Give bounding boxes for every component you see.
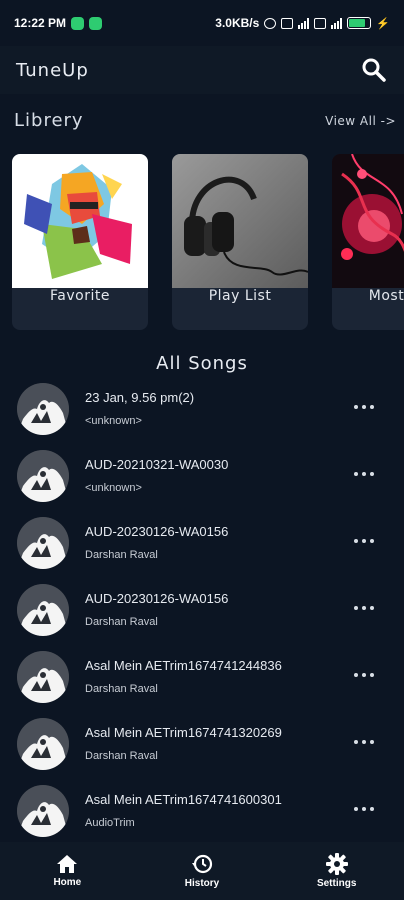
song-artwork-icon	[17, 717, 69, 770]
volte-icon	[314, 17, 327, 29]
alarm-icon	[264, 17, 277, 29]
song-artist: Darshan Raval	[85, 549, 158, 561]
song-artwork-icon	[17, 583, 69, 636]
song-artwork-icon	[17, 449, 69, 502]
song-title: Asal Mein AETrim1674741320269	[85, 725, 282, 740]
library-header: Librery View All ->	[14, 110, 396, 131]
nav-history[interactable]: History	[135, 842, 270, 900]
search-button[interactable]	[360, 56, 388, 84]
status-time: 12:22 PM	[14, 16, 67, 30]
battery-fill	[349, 19, 365, 27]
song-title: Asal Mein AETrim1674741244836	[85, 658, 282, 673]
library-carousel[interactable]: Favorite Play List Most	[12, 154, 404, 332]
more-options-icon[interactable]	[354, 671, 374, 679]
nav-label: History	[184, 878, 220, 889]
search-icon	[362, 58, 386, 82]
song-artist: Darshan Raval	[85, 616, 158, 628]
library-card-mostly-played[interactable]: Mostly P	[332, 154, 404, 330]
mostly-played-artwork	[332, 154, 404, 288]
home-icon	[57, 855, 78, 873]
playlist-artwork	[172, 154, 308, 288]
bottom-navigation: Home History Settings	[0, 842, 404, 900]
more-options-icon[interactable]	[354, 537, 374, 545]
more-options-icon[interactable]	[354, 738, 374, 746]
song-row[interactable]: 23 Jan, 9.56 pm(2) <unknown>	[0, 375, 404, 442]
song-artist: <unknown>	[85, 415, 142, 427]
view-all-link[interactable]: View All ->	[325, 114, 396, 128]
song-title: AUD-20230126-WA0156	[85, 591, 229, 606]
nav-label: Home	[53, 877, 82, 888]
gear-icon	[325, 853, 348, 875]
song-title: AUD-20230126-WA0156	[85, 524, 229, 539]
network-speed: 3.0KB/s	[215, 16, 260, 30]
song-row[interactable]: Asal Mein AETrim1674741600301 AudioTrim	[0, 777, 404, 844]
app-header: TuneUp	[0, 46, 404, 94]
song-artist: AudioTrim	[85, 817, 135, 829]
song-artwork-icon	[17, 516, 69, 569]
app-title: TuneUp	[16, 59, 89, 81]
more-options-icon[interactable]	[354, 805, 374, 813]
song-artwork-icon	[17, 650, 69, 703]
card-label: Play List	[208, 288, 272, 304]
song-row[interactable]: AUD-20230126-WA0156 Darshan Raval	[0, 576, 404, 643]
signal-icon	[331, 17, 343, 29]
song-artist: <unknown>	[85, 482, 142, 494]
whatsapp-icon	[71, 16, 85, 30]
song-artwork-icon	[17, 784, 69, 837]
song-artist: Darshan Raval	[85, 750, 158, 762]
battery-icon	[347, 17, 372, 29]
nav-label: Settings	[316, 878, 357, 889]
more-options-icon[interactable]	[354, 604, 374, 612]
more-options-icon[interactable]	[354, 470, 374, 478]
song-title: Asal Mein AETrim1674741600301	[85, 792, 282, 807]
more-options-icon[interactable]	[354, 403, 374, 411]
signal-icon	[298, 17, 310, 29]
library-card-playlist[interactable]: Play List	[172, 154, 308, 330]
song-title: 23 Jan, 9.56 pm(2)	[85, 390, 195, 405]
all-songs-title: All Songs	[156, 353, 248, 374]
song-row[interactable]: AUD-20210321-WA0030 <unknown>	[0, 442, 404, 509]
card-label: Favorite	[50, 288, 110, 304]
favorite-artwork	[12, 154, 148, 288]
library-title: Librery	[14, 110, 84, 131]
song-title: AUD-20210321-WA0030	[85, 457, 229, 472]
charging-icon: ⚡	[376, 17, 390, 30]
song-row[interactable]: Asal Mein AETrim1674741244836 Darshan Rav…	[0, 643, 404, 710]
status-bar: 12:22 PM 3.0KB/s ⚡	[0, 0, 404, 46]
history-icon	[192, 854, 213, 874]
library-card-favorite[interactable]: Favorite	[12, 154, 148, 330]
song-artwork-icon	[17, 382, 69, 435]
song-row[interactable]: AUD-20230126-WA0156 Darshan Raval	[0, 509, 404, 576]
whatsapp-icon	[89, 16, 103, 30]
volte-icon	[281, 17, 294, 29]
song-row[interactable]: Asal Mein AETrim1674741320269 Darshan Rav…	[0, 710, 404, 777]
nav-settings[interactable]: Settings	[269, 842, 404, 900]
card-label: Mostly P	[368, 288, 404, 304]
song-artist: Darshan Raval	[85, 683, 158, 695]
nav-home[interactable]: Home	[0, 842, 135, 900]
